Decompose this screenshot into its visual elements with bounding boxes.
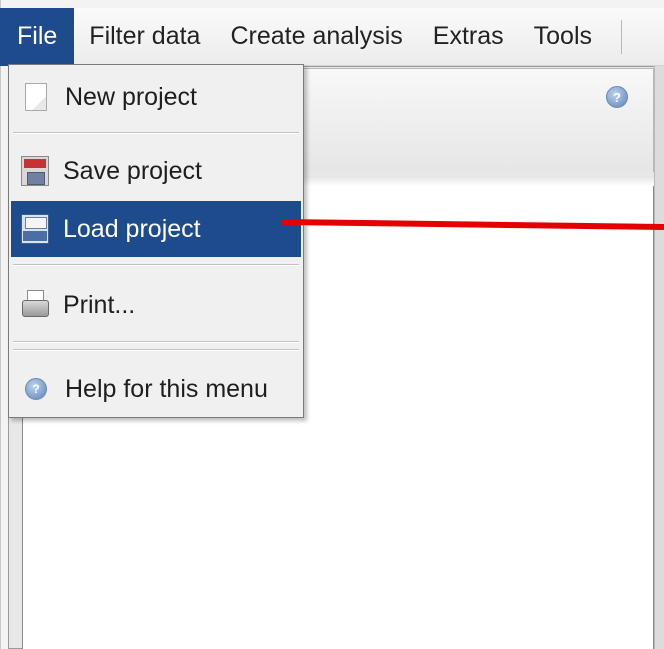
menu-item-load-project[interactable]: Load project	[11, 201, 301, 257]
menu-bar: File Filter data Create analysis Extras …	[0, 7, 664, 66]
menu-separator	[13, 132, 299, 134]
menu-separator	[13, 264, 299, 266]
menu-create-analysis[interactable]: Create analysis	[215, 8, 417, 66]
menu-item-new-project[interactable]: New project	[11, 69, 301, 125]
help-icon: ?	[25, 378, 47, 400]
save-icon	[21, 156, 49, 186]
new-document-icon	[25, 83, 47, 111]
menu-item-label: New project	[65, 82, 197, 111]
tab-header-area	[290, 68, 654, 172]
file-dropdown-menu: New project Save project Load project Pr…	[8, 64, 304, 418]
menu-filter-data[interactable]: Filter data	[74, 8, 215, 66]
menu-separator	[13, 349, 299, 351]
menu-item-label: Print...	[63, 290, 136, 319]
menubar-separator	[621, 19, 623, 54]
menu-extras[interactable]: Extras	[418, 8, 519, 66]
menu-tools[interactable]: Tools	[519, 8, 607, 66]
printer-icon	[21, 290, 49, 320]
menu-item-label: Save project	[63, 156, 202, 185]
menu-item-help[interactable]: ? Help for this menu	[11, 361, 301, 417]
menu-item-label: Help for this menu	[65, 374, 268, 403]
menu-item-print[interactable]: Print...	[11, 277, 301, 333]
vertical-scrollbar[interactable]	[654, 66, 664, 649]
menu-file[interactable]: File	[0, 7, 75, 66]
load-icon	[21, 214, 49, 244]
menu-separator	[13, 341, 299, 343]
panel-help-icon[interactable]: ?	[606, 86, 628, 108]
menu-item-save-project[interactable]: Save project	[11, 143, 301, 199]
menu-item-label: Load project	[63, 214, 201, 243]
